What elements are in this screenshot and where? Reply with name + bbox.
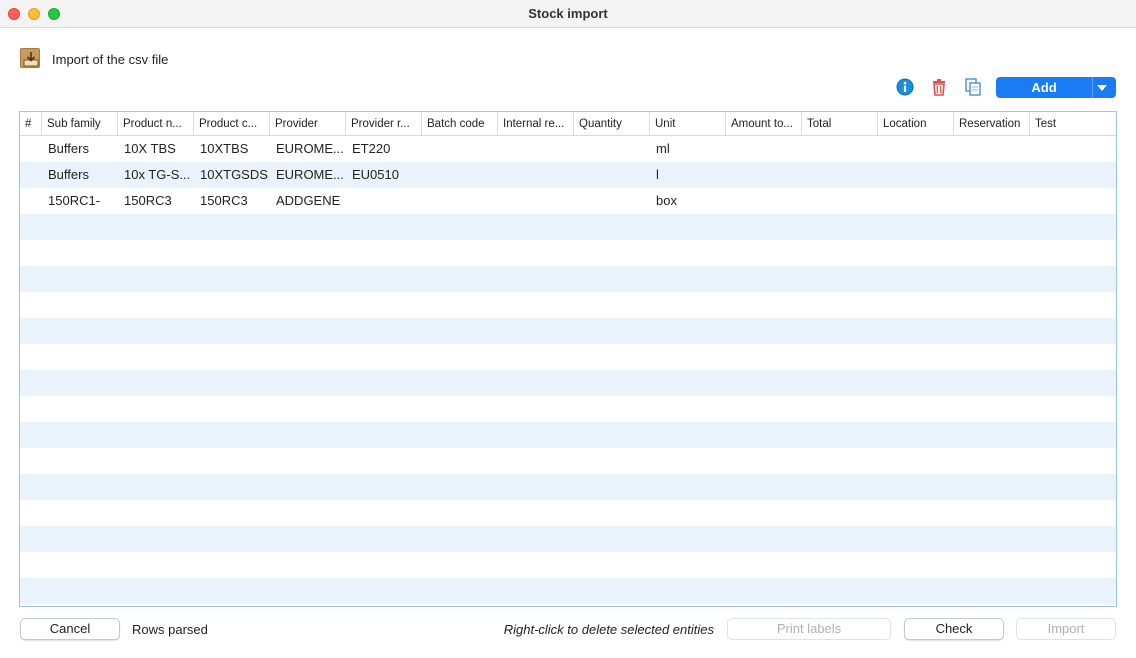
empty-row bbox=[20, 292, 1116, 318]
table-row[interactable]: Buffers 10X TBS 10XTBS EUROME... ET220 m… bbox=[20, 136, 1116, 162]
check-button[interactable]: Check bbox=[904, 618, 1004, 640]
column-header-batch-code[interactable]: Batch code bbox=[422, 112, 498, 136]
window-title: Stock import bbox=[528, 6, 608, 21]
column-header-provider[interactable]: Provider bbox=[270, 112, 346, 136]
column-header-amount[interactable]: Amount to... bbox=[726, 112, 802, 136]
cell-provider-ref: ET220 bbox=[352, 141, 391, 156]
column-header-test[interactable]: Test bbox=[1030, 112, 1116, 136]
cell-unit: l bbox=[656, 167, 659, 182]
delete-hint-text: Right-click to delete selected entities bbox=[503, 622, 714, 637]
cell-sub-family: 150RC1- bbox=[48, 193, 101, 208]
cell-provider: EUROME... bbox=[276, 141, 344, 156]
empty-row bbox=[20, 344, 1116, 370]
cell-product-code: 10XTBS bbox=[200, 141, 249, 156]
empty-row bbox=[20, 266, 1116, 292]
table-header: # Sub family Product n... Product c... P… bbox=[20, 112, 1116, 136]
empty-row bbox=[20, 422, 1116, 448]
cell-product-code: 150RC3 bbox=[200, 193, 248, 208]
column-header-reservation[interactable]: Reservation bbox=[954, 112, 1030, 136]
add-button[interactable]: Add bbox=[996, 77, 1116, 98]
add-button-label: Add bbox=[1031, 80, 1057, 95]
cell-product-name: 10X TBS bbox=[124, 141, 176, 156]
table-row[interactable]: Buffers 10x TG-S... 10XTGSDS EUROME... E… bbox=[20, 162, 1116, 188]
cell-product-name: 150RC3 bbox=[124, 193, 172, 208]
column-header-index[interactable]: # bbox=[20, 112, 42, 136]
import-header-label: Import of the csv file bbox=[52, 52, 169, 67]
add-button-divider bbox=[1092, 77, 1093, 98]
chevron-down-icon[interactable] bbox=[1097, 85, 1107, 91]
info-icon[interactable] bbox=[895, 77, 915, 97]
column-header-quantity[interactable]: Quantity bbox=[574, 112, 650, 136]
empty-row bbox=[20, 396, 1116, 422]
column-header-location[interactable]: Location bbox=[878, 112, 954, 136]
empty-row bbox=[20, 240, 1116, 266]
empty-row bbox=[20, 214, 1116, 240]
empty-row bbox=[20, 552, 1116, 578]
empty-row bbox=[20, 474, 1116, 500]
column-header-sub-family[interactable]: Sub family bbox=[42, 112, 118, 136]
empty-row bbox=[20, 370, 1116, 396]
cell-sub-family: Buffers bbox=[48, 141, 89, 156]
column-header-total[interactable]: Total bbox=[802, 112, 878, 136]
cell-product-code: 10XTGSDS bbox=[200, 167, 268, 182]
cell-provider: ADDGENE bbox=[276, 193, 341, 208]
cell-provider-ref bbox=[346, 188, 422, 214]
cell-unit: ml bbox=[656, 141, 670, 156]
empty-row bbox=[20, 448, 1116, 474]
empty-row bbox=[20, 318, 1116, 344]
cell-sub-family: Buffers bbox=[48, 167, 89, 182]
import-table[interactable]: # Sub family Product n... Product c... P… bbox=[19, 111, 1117, 607]
title-bar: Stock import bbox=[0, 0, 1136, 28]
trash-icon[interactable] bbox=[929, 77, 949, 97]
column-header-provider-ref[interactable]: Provider r... bbox=[346, 112, 422, 136]
copy-icon[interactable] bbox=[963, 77, 983, 97]
cell-unit: box bbox=[656, 193, 677, 208]
empty-row bbox=[20, 500, 1116, 526]
empty-row bbox=[20, 578, 1116, 604]
import-button[interactable]: Import bbox=[1016, 618, 1116, 640]
cell-product-name: 10x TG-S... bbox=[124, 167, 191, 182]
column-header-internal-ref[interactable]: Internal re... bbox=[498, 112, 574, 136]
rows-parsed-status: Rows parsed bbox=[132, 622, 208, 637]
column-header-unit[interactable]: Unit bbox=[650, 112, 726, 136]
column-header-product-name[interactable]: Product n... bbox=[118, 112, 194, 136]
import-tray-icon bbox=[20, 48, 40, 68]
table-row[interactable]: 150RC1- 150RC3 150RC3 ADDGENE box bbox=[20, 188, 1116, 214]
cell-provider-ref: EU0510 bbox=[352, 167, 399, 182]
column-header-product-code[interactable]: Product c... bbox=[194, 112, 270, 136]
print-labels-button[interactable]: Print labels bbox=[727, 618, 891, 640]
cell-provider: EUROME... bbox=[276, 167, 344, 182]
cancel-button[interactable]: Cancel bbox=[20, 618, 120, 640]
empty-row bbox=[20, 526, 1116, 552]
